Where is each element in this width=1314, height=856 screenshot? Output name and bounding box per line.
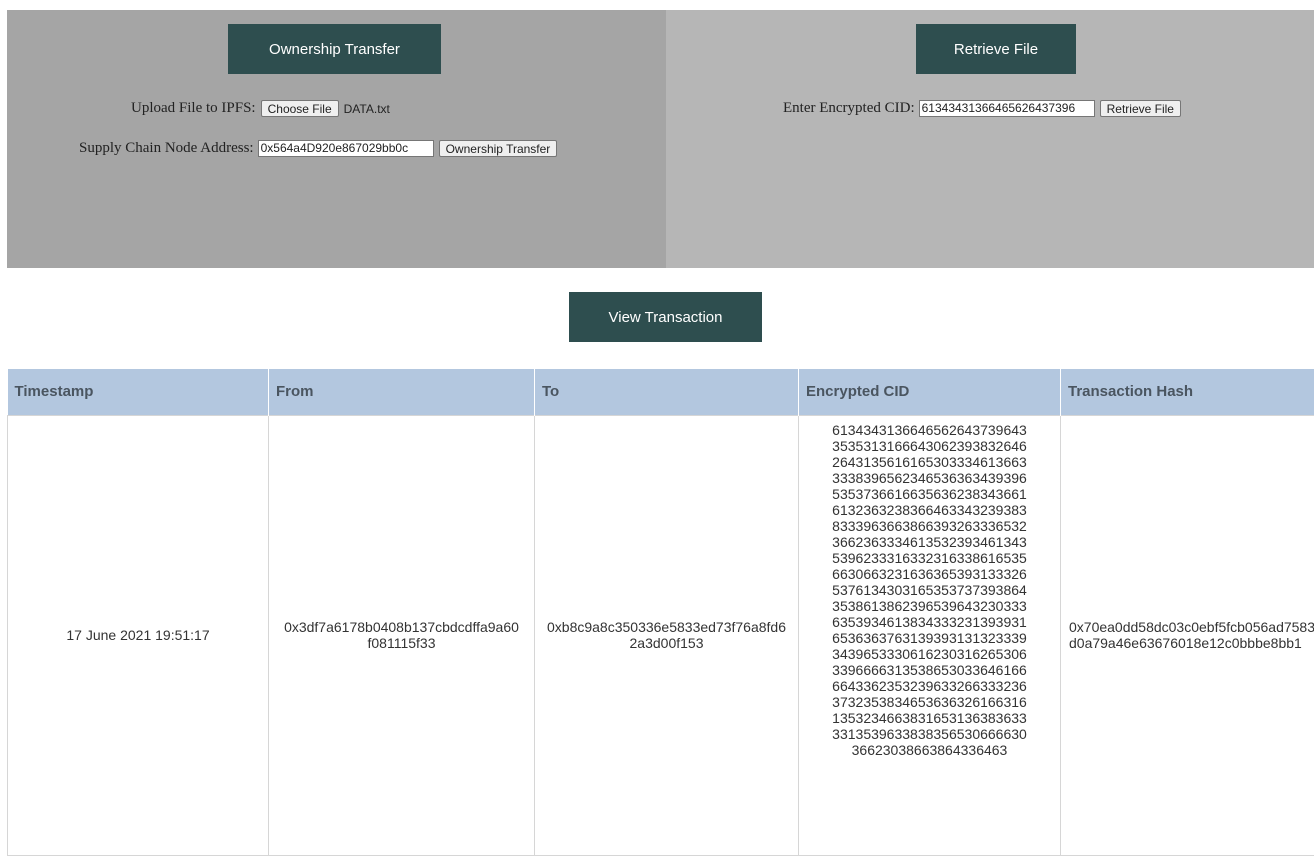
retrieve-panel: Retrieve File Enter Encrypted CID: 61343… — [666, 10, 1314, 268]
cid-line: 6132363238366463343239383 — [806, 502, 1053, 518]
cid-line: 3538613862396539643230333 — [806, 598, 1053, 614]
header-from: From — [269, 369, 535, 415]
ownership-transfer-button[interactable]: Ownership Transfer — [439, 140, 558, 157]
cid-row: Enter Encrypted CID: 6134343136646562643… — [783, 100, 1181, 117]
header-encrypted-cid: Encrypted CID — [799, 369, 1061, 415]
header-to: To — [535, 369, 799, 415]
table-row: 17 June 2021 19:51:17 0x3df7a6178b0408b1… — [8, 415, 1314, 855]
cid-label: Enter Encrypted CID: — [783, 100, 915, 117]
cid-line: 3313539633838356530666630 — [806, 726, 1053, 742]
upload-row: Upload File to IPFS: Choose File DATA.tx… — [131, 100, 390, 117]
cid-line: 6134343136646562643739643 — [806, 422, 1053, 438]
cid-line: 1353234663831653136383633 — [806, 710, 1053, 726]
cid-line: 36623038663864336463 — [806, 742, 1053, 758]
view-transaction-button[interactable]: View Transaction — [569, 292, 762, 342]
cell-timestamp: 17 June 2021 19:51:17 — [8, 415, 269, 855]
cid-line: 6536363763139393131323339 — [806, 630, 1053, 646]
cid-line: 2643135616165303334613663 — [806, 454, 1053, 470]
ownership-transfer-header-button[interactable]: Ownership Transfer — [228, 24, 441, 74]
address-label: Supply Chain Node Address: — [79, 140, 254, 157]
header-transaction-hash: Transaction Hash — [1061, 369, 1314, 415]
transaction-table: Timestamp From To Encrypted CID Transact… — [7, 369, 1314, 856]
cell-from: 0x3df7a6178b0408b137cbdcdffa9a60f081115f… — [269, 415, 535, 855]
cid-line: 3439653330616230316265306 — [806, 646, 1053, 662]
cid-line: 5396233316332316338616535 — [806, 550, 1053, 566]
cell-transaction-hash: 0x70ea0dd58dc03c0ebf5fcb056ad7583e30d0a7… — [1061, 415, 1314, 855]
choose-file-button[interactable]: Choose File — [261, 100, 339, 117]
cid-input[interactable]: 61343431366465626437396 — [919, 100, 1095, 117]
upload-panel: Ownership Transfer Upload File to IPFS: … — [7, 10, 666, 268]
cid-line: 5353736616635636238343661 — [806, 486, 1053, 502]
selected-file-name: DATA.txt — [344, 102, 390, 116]
cid-line: 3338396562346536363439396 — [806, 470, 1053, 486]
cid-line: 3662363334613532393461343 — [806, 534, 1053, 550]
header-timestamp: Timestamp — [8, 369, 269, 415]
cid-line: 6353934613834333231393931 — [806, 614, 1053, 630]
table-header-row: Timestamp From To Encrypted CID Transact… — [8, 369, 1314, 415]
cid-line: 6643362353239633266333236 — [806, 678, 1053, 694]
cid-line: 5376134303165353737393864 — [806, 582, 1053, 598]
retrieve-file-button[interactable]: Retrieve File — [1100, 100, 1181, 117]
cid-line: 3396666313538653033646166 — [806, 662, 1053, 678]
cid-line: 6630663231636365393133326 — [806, 566, 1053, 582]
cell-encrypted-cid: 6134343136646562643739643353531316664306… — [799, 415, 1061, 855]
cid-line: 3732353834653636326166316 — [806, 694, 1053, 710]
cid-line: 8333963663866393263336532 — [806, 518, 1053, 534]
cell-to: 0xb8c9a8c350336e5833ed73f76a8fd62a3d00f1… — [535, 415, 799, 855]
address-input[interactable]: 0x564a4D920e867029bb0c — [258, 140, 434, 157]
retrieve-file-header-button[interactable]: Retrieve File — [916, 24, 1076, 74]
upload-label: Upload File to IPFS: — [131, 100, 256, 117]
cid-line: 3535313166643062393832646 — [806, 438, 1053, 454]
address-row: Supply Chain Node Address: 0x564a4D920e8… — [79, 140, 557, 157]
